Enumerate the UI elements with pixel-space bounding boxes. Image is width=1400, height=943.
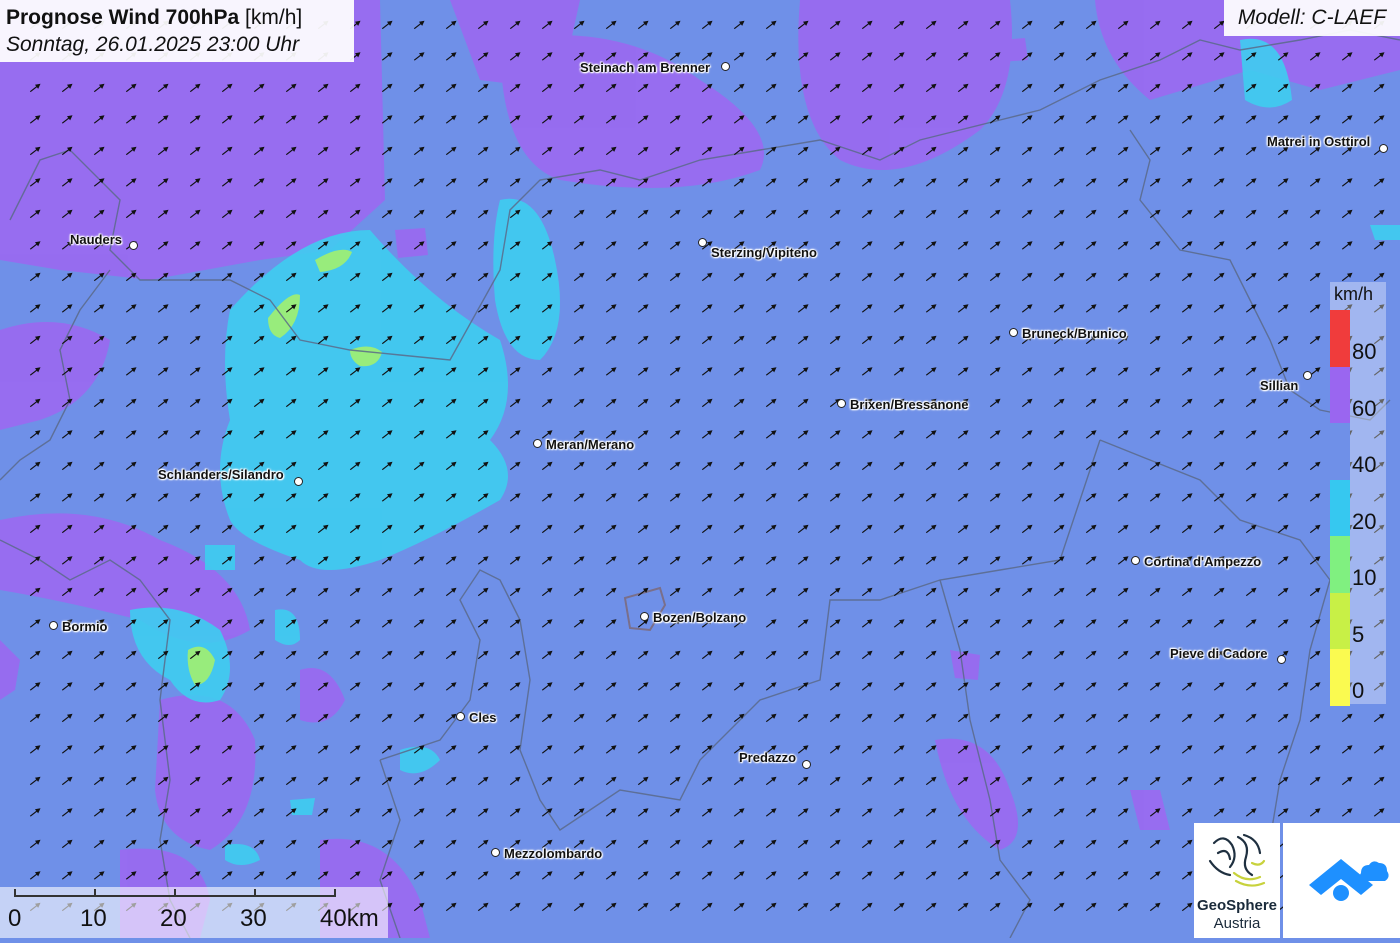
legend-label: 0 (1352, 678, 1365, 703)
scale-label: 30 (240, 905, 267, 932)
legend-label: 80 (1352, 339, 1377, 364)
legend-swatch (1330, 423, 1350, 480)
legend-swatch (1330, 649, 1350, 706)
legend-swatch (1330, 366, 1350, 423)
brand-logo (1283, 823, 1400, 938)
city-label: Cles (469, 710, 497, 725)
city-label: Bormio (62, 619, 108, 634)
geosphere-name: GeoSphere (1196, 897, 1278, 914)
city-marker (491, 848, 500, 857)
city-marker (456, 712, 465, 721)
city-label: Nauders (70, 232, 123, 247)
legend-bars (1330, 310, 1350, 706)
city-marker (1131, 556, 1140, 565)
city-label: Pieve di Cadore (1170, 646, 1268, 661)
scale-tick (254, 889, 256, 897)
city-label: Bozen/Bolzano (653, 610, 747, 625)
city-marker (1379, 144, 1388, 153)
city-label: Meran/Merano (546, 437, 635, 452)
map-subtitle: Sonntag, 26.01.2025 23:00 Uhr (6, 33, 300, 56)
legend-label: 60 (1352, 395, 1377, 421)
city-label: Matrei in Osttirol (1267, 134, 1371, 149)
scale-tick (334, 889, 336, 897)
city-marker (698, 238, 707, 247)
city-marker (1303, 371, 1312, 380)
geosphere-sub: Austria (1213, 915, 1261, 932)
legend-label: 40 (1352, 452, 1377, 477)
legend-unit: km/h (1334, 284, 1374, 304)
scale-tick (14, 889, 16, 897)
color-legend: km/h 80 60 40 20 10 5 0 (1330, 282, 1386, 706)
city-marker (1009, 328, 1018, 337)
city-marker (802, 760, 811, 769)
city-marker (533, 439, 542, 448)
city-marker (837, 399, 846, 408)
legend-swatch (1330, 592, 1350, 649)
scale-label: 40km (320, 905, 379, 932)
geosphere-logo: GeoSphere Austria (1194, 823, 1280, 938)
legend-label: 10 (1352, 565, 1377, 590)
scale-tick (94, 889, 96, 897)
city-label: Predazzo (739, 750, 797, 765)
brand-logo-icon (1309, 859, 1389, 901)
city-marker (1277, 655, 1286, 664)
map-title: Prognose Wind 700hPa [km/h] (6, 6, 303, 29)
city-marker (640, 612, 649, 621)
legend-label: 20 (1352, 508, 1377, 534)
city-label: Steinach am Brenner (580, 60, 711, 75)
model-label: Modell: C-LAEF (1224, 0, 1400, 36)
city-label: Brixen/Bressanone (850, 397, 969, 412)
legend-swatch (1330, 310, 1350, 367)
scale-label: 0 (8, 905, 22, 932)
city-marker (721, 62, 730, 71)
scale-label: 20 (160, 905, 187, 932)
city-label: Cortina d'Ampezzo (1144, 554, 1262, 569)
city-label: Sterzing/Vipiteno (711, 245, 817, 260)
scale-tick (174, 889, 176, 897)
title-box: Prognose Wind 700hPa [km/h] Sonntag, 26.… (0, 0, 354, 62)
city-marker (129, 241, 138, 250)
city-marker (49, 621, 58, 630)
city-label: Sillian (1260, 378, 1299, 393)
geosphere-logo-icon (1208, 833, 1266, 887)
city-marker (294, 477, 303, 486)
legend-swatch (1330, 536, 1350, 593)
legend-label: 5 (1352, 621, 1365, 647)
city-label: Schlanders/Silandro (158, 467, 284, 482)
scale-label: 10 (80, 905, 107, 932)
legend-swatch (1330, 479, 1350, 536)
scale-bar: 0 10 20 30 40km (0, 887, 388, 938)
city-label: Mezzolombardo (504, 846, 603, 861)
city-label: Bruneck/Brunico (1022, 326, 1127, 341)
